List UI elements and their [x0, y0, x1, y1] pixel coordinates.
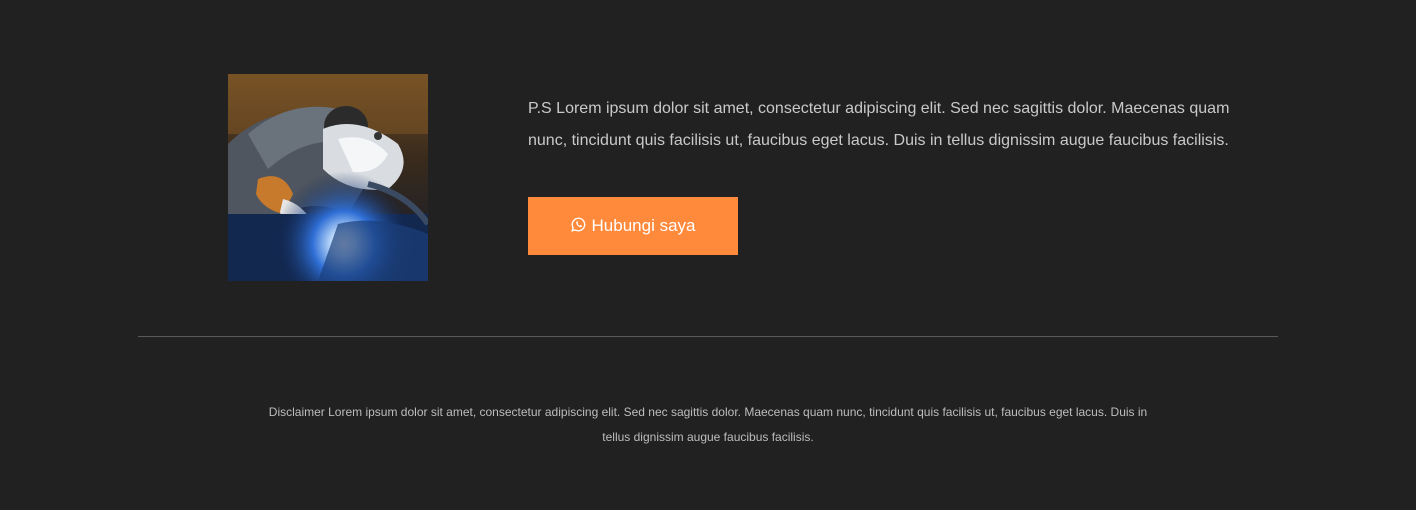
section-divider — [138, 336, 1278, 337]
whatsapp-icon — [570, 217, 586, 232]
contact-button-label: Hubungi saya — [591, 216, 696, 235]
page: P.S Lorem ipsum dolor sit amet, consecte… — [0, 0, 1416, 510]
ps-text: P.S Lorem ipsum dolor sit amet, consecte… — [528, 100, 1230, 149]
contact-whatsapp-button[interactable]: Hubungi saya — [528, 197, 738, 255]
disclaimer-text: Disclaimer Lorem ipsum dolor sit amet, c… — [268, 405, 1148, 444]
welder-photo — [228, 74, 428, 281]
